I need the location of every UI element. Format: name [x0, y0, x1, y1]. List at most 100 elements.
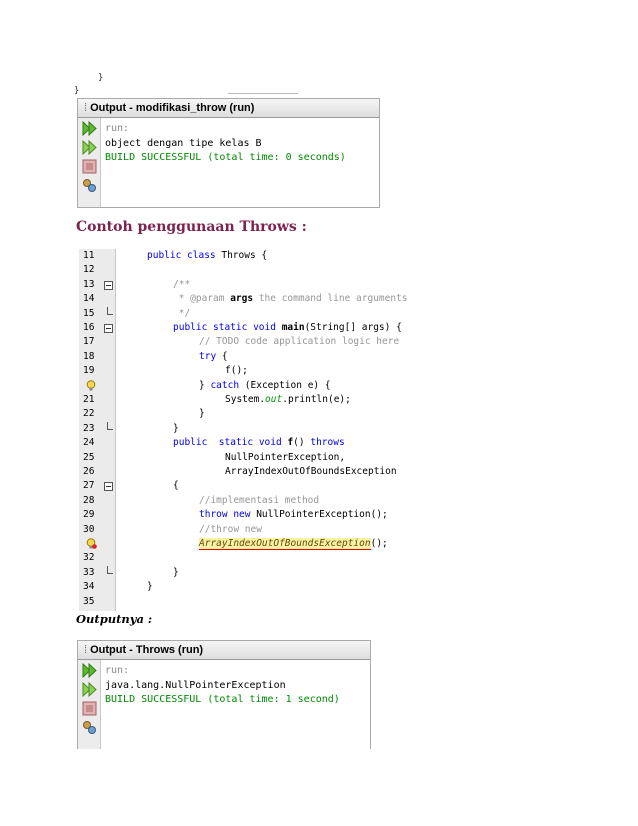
line-number: 30 — [83, 523, 95, 535]
line-number: 19 — [83, 365, 95, 377]
code-text: f(); — [225, 365, 248, 377]
code-line: 32 — [79, 551, 419, 565]
closing-brace-outer: } — [74, 86, 80, 96]
code-line: 19 f(); — [79, 364, 419, 378]
output-label: Outputnya : — [76, 612, 153, 626]
grip-icon: ⁞ — [84, 644, 88, 656]
code-text: } — [173, 422, 179, 434]
line-number: 29 — [83, 509, 95, 521]
code-text: } — [147, 581, 153, 593]
line-number: 32 — [83, 552, 95, 564]
line-number: 25 — [83, 451, 95, 463]
code-line: 24 public static void f() throws — [79, 436, 419, 450]
code-text: */ — [173, 307, 191, 319]
output-panel-1: ⁞ Output - modifikasi_throw (run) run: ob… — [77, 98, 380, 208]
settings-icon[interactable] — [82, 720, 97, 735]
code-text: NullPointerException, — [225, 451, 346, 463]
section-heading: Contoh penggunaan Throws : — [76, 219, 307, 235]
rerun-with-options-icon[interactable] — [82, 140, 97, 155]
line-number: 12 — [83, 264, 95, 276]
code-line: 17 // TODO code application logic here — [79, 335, 419, 349]
line-number: 33 — [83, 566, 95, 578]
code-line: 18 try { — [79, 350, 419, 364]
error-bulb-icon[interactable] — [86, 538, 97, 549]
code-line: 12 — [79, 263, 419, 277]
line-number: 18 — [83, 350, 95, 362]
line-number: 21 — [83, 394, 95, 405]
line-number: 23 — [83, 422, 95, 434]
line-number: 14 — [83, 293, 95, 305]
line-number: 24 — [83, 437, 95, 449]
fold-toggle-icon[interactable] — [104, 482, 113, 492]
code-text: ArrayIndexOutOfBoundsException — [225, 466, 397, 477]
stop-icon[interactable] — [82, 701, 97, 716]
code-line: 25 NullPointerException, — [79, 451, 419, 465]
divider — [228, 93, 298, 94]
code-line: 26 ArrayIndexOutOfBoundsException — [79, 465, 419, 479]
line-number: 26 — [83, 466, 95, 477]
code-line: 30 //throw new — [79, 523, 419, 537]
line-number: 17 — [83, 336, 95, 348]
code-line: 29 throw new NullPointerException(); — [79, 508, 419, 522]
code-line: 14 * @param args the command line argume… — [79, 292, 419, 306]
code-text: { — [173, 480, 179, 492]
code-line: 11 public class Throws { — [79, 249, 419, 263]
code-editor[interactable]: 11 public class Throws {12 13 /** 14 * @para… — [79, 249, 409, 611]
code-line: 35 — [79, 595, 419, 609]
fold-end-marker — [107, 421, 113, 430]
code-text: * @param args the command line arguments — [173, 293, 408, 305]
code-line: 34} — [79, 580, 419, 594]
hint-bulb-icon[interactable] — [86, 379, 97, 391]
output-line: BUILD SUCCESSFUL (total time: 1 second) — [105, 694, 340, 705]
line-number: 11 — [83, 250, 95, 261]
output-panel-title[interactable]: ⁞ Output - modifikasi_throw (run) — [78, 99, 379, 118]
closing-brace: } — [98, 73, 104, 83]
code-text: throw new NullPointerException(); — [199, 509, 388, 521]
code-line: 21 System.out.println(e); — [79, 393, 419, 407]
rerun-icon[interactable] — [82, 121, 97, 136]
line-number: 22 — [83, 408, 95, 420]
output-text: run: java.lang.NullPointerException BUIL… — [105, 664, 340, 708]
output-text: run: object dengan tipe kelas B BUILD SU… — [105, 122, 346, 166]
output-line: run: — [105, 665, 130, 676]
settings-icon[interactable] — [82, 178, 97, 193]
code-line: } catch (Exception e) { — [79, 379, 419, 393]
code-text: // TODO code application logic here — [199, 336, 400, 348]
code-text: } — [173, 566, 179, 578]
line-number: 16 — [83, 322, 95, 333]
output-line: object dengan tipe kelas B — [105, 137, 262, 149]
code-text: public static void main(String[] args) { — [173, 322, 402, 333]
output-panel-2: ⁞ Output - Throws (run) run: java.lang.Nu… — [77, 640, 371, 749]
code-line: ArrayIndexOutOfBoundsException(); — [79, 537, 419, 551]
code-line: 13 /** — [79, 278, 419, 292]
code-text: public class Throws { — [147, 250, 268, 261]
output-toolbar — [78, 660, 101, 749]
output-toolbar — [78, 118, 101, 207]
line-number: 28 — [83, 494, 95, 506]
line-number: 35 — [83, 595, 95, 607]
code-text: } catch (Exception e) { — [199, 379, 331, 391]
fold-toggle-icon[interactable] — [104, 324, 113, 333]
code-line: 23} — [79, 421, 419, 436]
code-line: 33} — [79, 565, 419, 580]
rerun-with-options-icon[interactable] — [82, 682, 97, 697]
output-line: BUILD SUCCESSFUL (total time: 0 seconds) — [105, 152, 346, 163]
fold-end-marker — [107, 565, 113, 574]
code-text: //implementasi method — [199, 494, 320, 506]
fold-toggle-icon[interactable] — [104, 280, 113, 290]
code-line: 28 //implementasi method — [79, 494, 419, 508]
grip-icon: ⁞ — [84, 102, 88, 114]
code-text: ArrayIndexOutOfBoundsException(); — [199, 538, 388, 550]
code-line: 15 */ — [79, 306, 419, 321]
output-line: run: — [105, 123, 130, 134]
output-panel-title[interactable]: ⁞ Output - Throws (run) — [78, 641, 370, 660]
rerun-icon[interactable] — [82, 663, 97, 678]
code-line: 22} — [79, 407, 419, 421]
stop-icon[interactable] — [82, 159, 97, 174]
line-number: 13 — [83, 278, 95, 290]
code-line: 16 public static void main(String[] args)… — [79, 321, 419, 335]
line-number: 15 — [83, 307, 95, 319]
code-text: System.out.println(e); — [225, 394, 351, 405]
line-number: 27 — [83, 480, 95, 492]
code-text: public static void f() throws — [173, 437, 345, 449]
